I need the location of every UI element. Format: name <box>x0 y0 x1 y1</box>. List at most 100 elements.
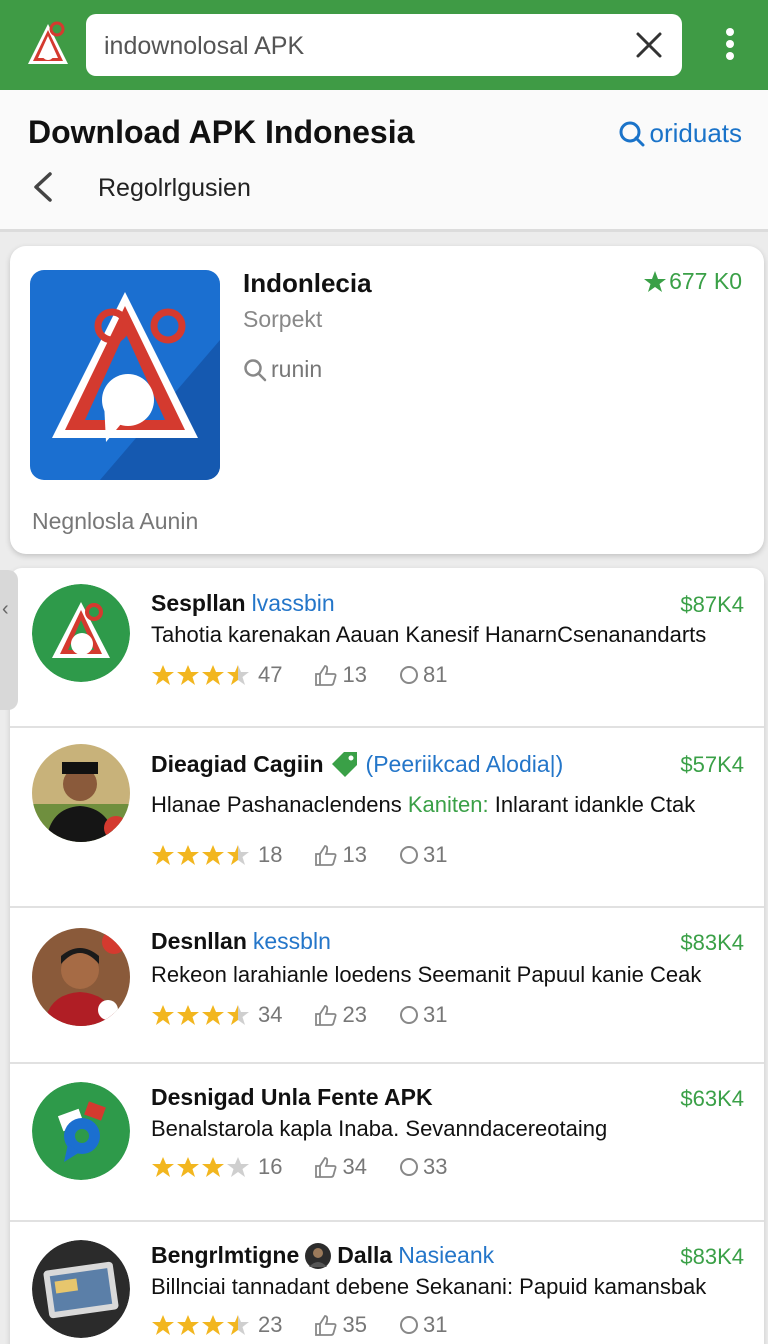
app-icon <box>32 1082 130 1180</box>
app-icon <box>32 928 130 1026</box>
featured-app-card[interactable]: Indonlecia Sorpekt runin 677 K0 Negnlosl… <box>10 246 764 554</box>
app-stats: 16 34 33 <box>151 1154 447 1180</box>
back-arrow-icon[interactable] <box>30 170 56 204</box>
app-title: Desnigad Unla Fente APK <box>151 1084 433 1111</box>
tag-icon <box>331 752 357 777</box>
app-title: Bengrlmtigne Dalla Nasieank <box>151 1242 494 1269</box>
app-stats: 47 13 81 <box>151 662 447 688</box>
list-item[interactable]: Desnllan kessbln $83K4 Rekeon larahianle… <box>10 908 764 1064</box>
list-item[interactable]: Bengrlmtigne Dalla Nasieank $83K4 Billnc… <box>10 1222 764 1344</box>
comment-stat[interactable]: 31 <box>399 1002 447 1028</box>
like-count: 23 <box>342 1002 367 1027</box>
header-action-label: oriduats <box>649 118 743 148</box>
search-icon <box>619 121 644 146</box>
app-title: Desnllan kessbln <box>151 928 331 955</box>
side-drawer-handle[interactable]: ‹ <box>0 570 18 710</box>
app-name: Dieagiad Cagiin <box>151 750 324 777</box>
rating-count: 47 <box>258 662 283 687</box>
comment-icon <box>399 846 418 864</box>
app-description: Benalstarola kapla Inaba. Sevanndacereot… <box>151 1116 608 1141</box>
featured-app-meta: runin <box>243 356 322 383</box>
comment-stat[interactable]: 31 <box>399 1312 447 1338</box>
comment-icon <box>399 666 418 684</box>
featured-app-category: Sorpekt <box>243 306 323 332</box>
page-title: Download APK Indonesia <box>28 114 415 150</box>
app-name: Desnigad Unla Fente APK <box>151 1084 433 1110</box>
avatar-icon <box>305 1242 332 1269</box>
rating-count: 34 <box>258 1002 283 1027</box>
rating-stars <box>151 1314 250 1336</box>
header-search-action[interactable]: oriduats <box>618 118 743 149</box>
star-icon <box>152 1157 174 1177</box>
app-price: $83K4 <box>680 930 744 955</box>
star-icon <box>177 1315 199 1335</box>
featured-app-name: Indonlecia <box>243 268 372 298</box>
app-tag[interactable]: (Peeriikcad Alodia|) <box>366 751 564 778</box>
app-description: Hlanae Pashanaclendens Kaniten: Inlarant… <box>151 792 695 818</box>
star-half-icon <box>227 665 249 685</box>
rating-count: 23 <box>258 1312 283 1337</box>
rating-stars <box>151 664 250 686</box>
star-icon <box>177 1005 199 1025</box>
app-tag[interactable]: Nasieank <box>398 1242 494 1269</box>
like-stat[interactable]: 13 <box>314 842 367 868</box>
rating-stars <box>151 1004 250 1026</box>
like-icon <box>315 845 337 866</box>
star-icon <box>202 1157 224 1177</box>
search-input[interactable]: indownolosal APK <box>104 32 304 61</box>
comment-stat[interactable]: 31 <box>399 842 447 868</box>
like-stat[interactable]: 13 <box>314 662 367 688</box>
app-description: Rekeon larahianle loedens Seemanit Papuu… <box>151 962 702 987</box>
like-icon <box>315 1157 337 1178</box>
app-price: $63K4 <box>680 1086 744 1111</box>
app-name: Bengrlmtigne <box>151 1242 300 1268</box>
like-count: 13 <box>342 842 367 867</box>
comment-stat[interactable]: 81 <box>399 662 447 688</box>
like-stat[interactable]: 34 <box>314 1154 367 1180</box>
star-icon <box>202 665 224 685</box>
comment-count: 81 <box>422 662 448 687</box>
star-icon <box>202 1315 224 1335</box>
search-field[interactable]: indownolosal APK <box>86 14 682 76</box>
app-icon <box>32 744 130 842</box>
like-icon <box>315 1005 337 1026</box>
like-icon <box>315 665 337 686</box>
chevron-left-icon: ‹ <box>2 598 9 620</box>
list-item[interactable]: Desnigad Unla Fente APK $63K4 Benalstaro… <box>10 1064 764 1222</box>
rating-count: 16 <box>258 1154 283 1179</box>
like-stat[interactable]: 35 <box>314 1312 367 1338</box>
list-item[interactable]: Sespllan lvassbin $87K4 Tahotia karenaka… <box>10 568 764 728</box>
app-stats: 34 23 31 <box>151 1002 447 1028</box>
star-icon <box>152 1005 174 1025</box>
star-icon <box>177 665 199 685</box>
featured-downloads-count: 677 K0 <box>669 268 742 294</box>
app-tag[interactable]: lvassbin <box>252 590 335 617</box>
app-price: $87K4 <box>680 592 744 617</box>
clear-icon[interactable] <box>634 30 664 60</box>
app-tag[interactable]: kessbln <box>253 928 331 955</box>
star-icon <box>202 845 224 865</box>
star-icon <box>177 1157 199 1177</box>
star-icon <box>152 665 174 685</box>
rating-stars <box>151 1156 250 1178</box>
featured-footer: Negnlosla Aunin <box>32 508 199 534</box>
app-title: Sespllan lvassbin <box>151 590 335 617</box>
desc-text: Hlanae Pashanaclendens <box>151 792 408 817</box>
like-stat[interactable]: 23 <box>314 1002 367 1028</box>
featured-app-icon <box>30 270 220 480</box>
app-logo-icon[interactable] <box>26 20 70 68</box>
rating-count: 18 <box>258 842 283 867</box>
app-stats: 18 13 31 <box>151 842 447 868</box>
list-item[interactable]: Dieagiad Cagiin (Peeriikcad Alodia|) $57… <box>10 728 764 908</box>
star-icon <box>177 845 199 865</box>
star-half-icon <box>227 1315 249 1335</box>
overflow-menu-icon[interactable] <box>719 28 741 64</box>
app-list: Sespllan lvassbin $87K4 Tahotia karenaka… <box>10 568 764 1344</box>
star-empty-icon <box>227 1157 249 1177</box>
star-half-icon <box>227 1005 249 1025</box>
subheading: Regolrlgusien <box>98 174 251 202</box>
like-count: 13 <box>342 662 367 687</box>
comment-stat[interactable]: 33 <box>399 1154 447 1180</box>
star-icon <box>202 1005 224 1025</box>
app-name-suffix: Dalla <box>337 1242 393 1268</box>
